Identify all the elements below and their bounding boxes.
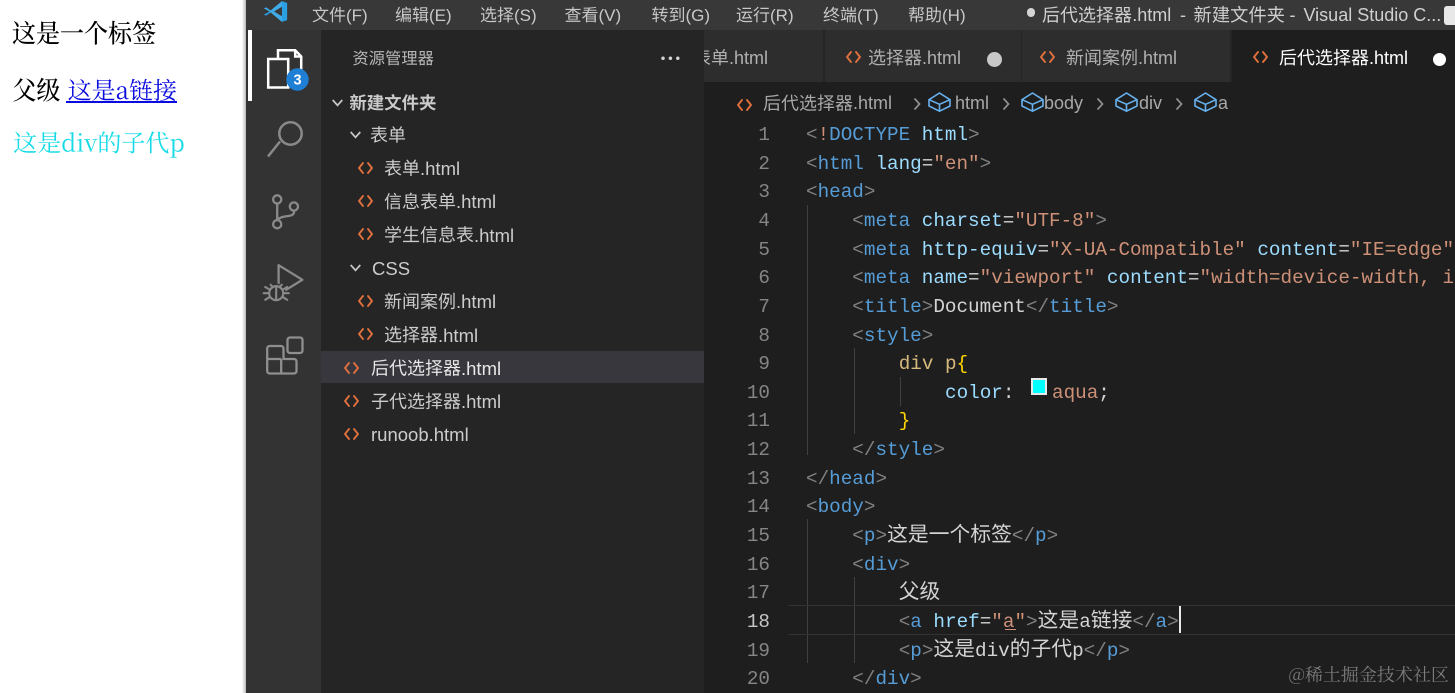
svg-text:3: 3 (293, 73, 301, 89)
